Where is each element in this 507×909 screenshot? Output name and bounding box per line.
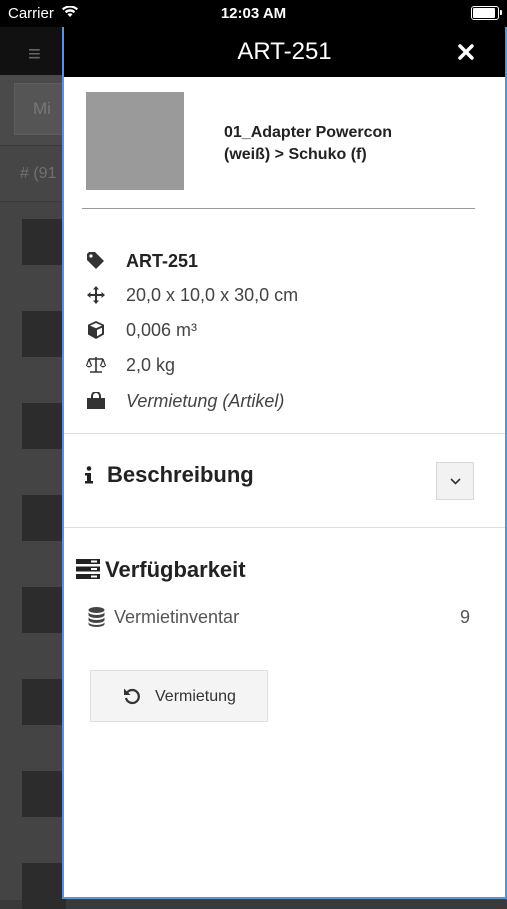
property-text: 2,0 kg — [126, 355, 176, 375]
divider — [64, 433, 505, 434]
battery-icon — [471, 6, 502, 20]
chevron-down-icon — [450, 478, 461, 485]
product-name: 01_Adapter Powercon (weiß) > Schuko (f) — [224, 122, 464, 166]
background-list-thumb — [22, 771, 66, 817]
background-list-thumb — [22, 311, 66, 357]
tag-icon — [87, 252, 104, 269]
description-toggle-button[interactable] — [436, 462, 474, 500]
shopping-bag-icon — [87, 392, 105, 409]
inventory-value: 9 — [459, 607, 470, 627]
hamburger-icon[interactable]: ≡ — [28, 41, 41, 67]
product-name-line: (weiß) > Schuko (f) — [224, 146, 367, 163]
database-icon — [88, 607, 105, 627]
product-name-line: 01_Adapter Powercon — [224, 124, 393, 141]
panel-header: ART-251 — [64, 27, 505, 77]
divider — [82, 208, 475, 209]
rental-button[interactable]: Vermietung — [90, 670, 268, 722]
inventory-row: Vermietinventar 9 — [88, 604, 470, 630]
property-type: Vermietung (Artikel) — [86, 389, 466, 413]
inventory-label: Vermietinventar — [114, 607, 240, 627]
rental-button-label: Vermietung — [155, 688, 236, 705]
property-text: Vermietung (Artikel) — [126, 391, 285, 411]
background-list-thumb — [22, 587, 66, 633]
scale-icon — [86, 357, 106, 373]
product-thumbnail — [86, 92, 184, 190]
divider — [64, 527, 505, 528]
panel-title: ART-251 — [237, 38, 332, 65]
background-list-thumb — [22, 863, 66, 909]
status-bar: Carrier 12:03 AM — [0, 0, 507, 27]
property-text: 0,006 m³ — [126, 320, 198, 340]
move-arrows-icon — [87, 286, 105, 304]
property-weight: 2,0 kg — [86, 353, 466, 377]
property-text: ART-251 — [126, 251, 199, 271]
property-volume: 0,006 m³ — [86, 318, 466, 342]
background-list-thumb — [22, 679, 66, 725]
close-icon[interactable] — [455, 41, 477, 63]
clock: 12:03 AM — [220, 5, 287, 22]
undo-icon — [124, 688, 140, 705]
property-article-number: ART-251 — [86, 249, 466, 273]
article-detail-panel: ART-251 01_Adapter Powercon (weiß) > Sch… — [62, 27, 507, 899]
info-icon — [85, 466, 93, 484]
server-icon — [76, 559, 100, 579]
background-list-thumb — [22, 403, 66, 449]
description-title: Beschreibung — [107, 462, 254, 487]
property-text: 20,0 x 10,0 x 30,0 cm — [126, 285, 299, 305]
background-list-thumb — [22, 495, 66, 541]
property-dimensions: 20,0 x 10,0 x 30,0 cm — [86, 283, 466, 307]
availability-title: Verfügbarkeit — [105, 557, 246, 582]
cube-icon — [88, 321, 104, 339]
background-list-thumb — [22, 219, 66, 265]
